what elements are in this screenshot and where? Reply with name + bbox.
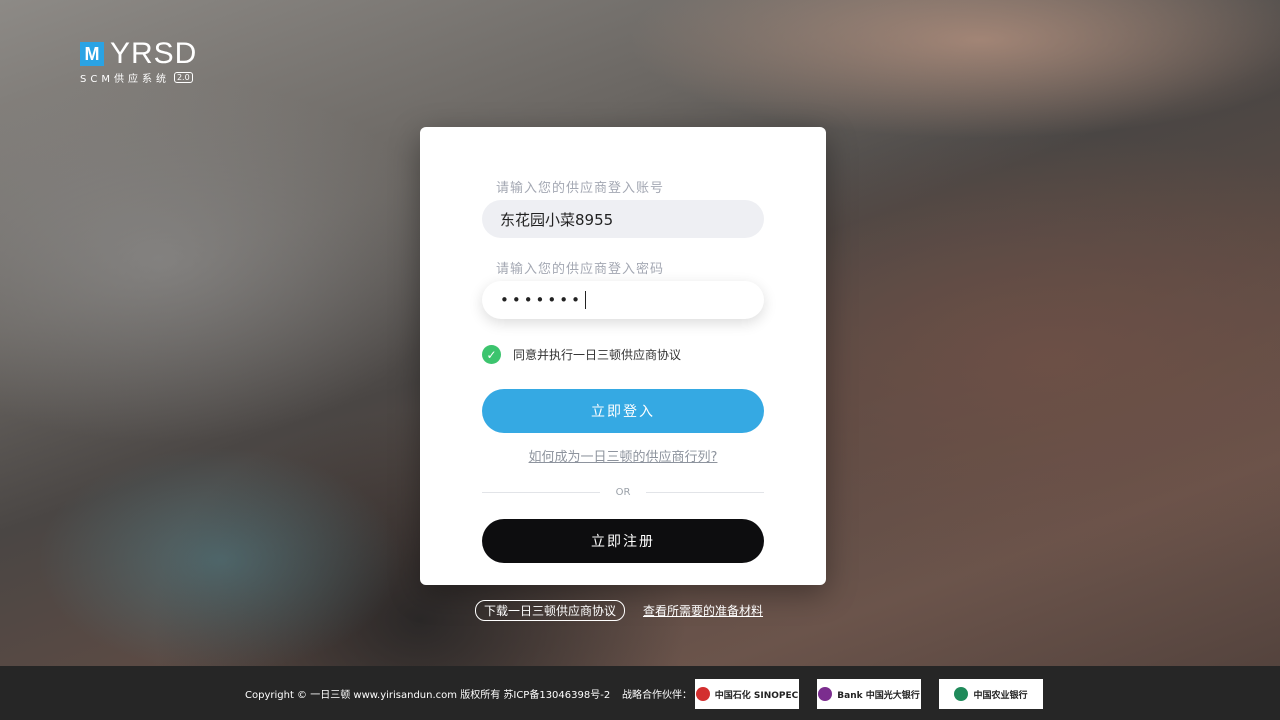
partner-logo-ceb[interactable]: Bank 中国光大银行 (817, 679, 921, 709)
or-divider: OR (482, 487, 765, 498)
copyright-text: Copyright © 一日三顿 www.yirisandun.com 版权所有… (245, 689, 611, 701)
checkmark-icon: ✓ (486, 347, 497, 362)
partner-name: 中国农业银行 (973, 690, 1028, 701)
sinopec-logo-icon (695, 687, 710, 701)
agreement-text: 同意并执行一日三顿供应商协议 (513, 348, 682, 362)
required-materials-link[interactable]: 查看所需要的准备材料 (643, 602, 763, 619)
logo-version-badge: 2.0 (173, 72, 193, 83)
divider-line-left (482, 492, 600, 493)
download-agreement-link[interactable]: 下载一日三顿供应商协议 (475, 600, 626, 621)
logo-subtitle-text: SCM供应系统 (80, 74, 170, 85)
logo-subtitle: SCM供应系统 2.0 (80, 70, 197, 85)
account-label: 请输入您的供应商登入账号 (496, 181, 665, 196)
partner-logo-abc[interactable]: 中国农业银行 (939, 679, 1043, 709)
brand-logo: M YRSD SCM供应系统 2.0 (80, 37, 198, 85)
password-input[interactable]: ••••••• (482, 281, 764, 319)
abc-bank-logo-icon (954, 687, 969, 701)
or-text: OR (615, 487, 631, 498)
become-supplier-link[interactable]: 如何成为一日三顿的供应商行列? (420, 446, 826, 465)
account-input[interactable]: 东花园小菜8955 (482, 200, 764, 238)
divider-line-right (646, 492, 765, 493)
login-card: 请输入您的供应商登入账号 东花园小菜8955 请输入您的供应商登入密码 ••••… (420, 127, 826, 585)
partner-name: Bank 中国光大银行 (837, 690, 920, 701)
login-button[interactable]: 立即登入 (482, 389, 764, 433)
partner-name: 中国石化 SINOPEC (714, 690, 799, 701)
agreement-checkbox[interactable]: ✓ (482, 345, 501, 364)
footer: Copyright © 一日三顿 www.yirisandun.com 版权所有… (0, 666, 1280, 720)
agreement-row: ✓ 同意并执行一日三顿供应商协议 (482, 345, 681, 364)
password-label: 请输入您的供应商登入密码 (496, 262, 665, 277)
text-cursor (584, 291, 586, 309)
register-button[interactable]: 立即注册 (482, 519, 764, 563)
logo-name: YRSD (110, 37, 198, 70)
bottom-links: 下载一日三顿供应商协议 查看所需要的准备材料 (475, 600, 763, 621)
ceb-bank-logo-icon (818, 687, 833, 701)
logo-mark-icon: M (80, 42, 104, 66)
password-input-value: ••••••• (500, 291, 583, 309)
partner-logo-sinopec[interactable]: 中国石化 SINOPEC (695, 679, 799, 709)
account-input-value: 东花园小菜8955 (500, 210, 614, 229)
partners-label: 战略合作伙伴： (622, 689, 692, 701)
